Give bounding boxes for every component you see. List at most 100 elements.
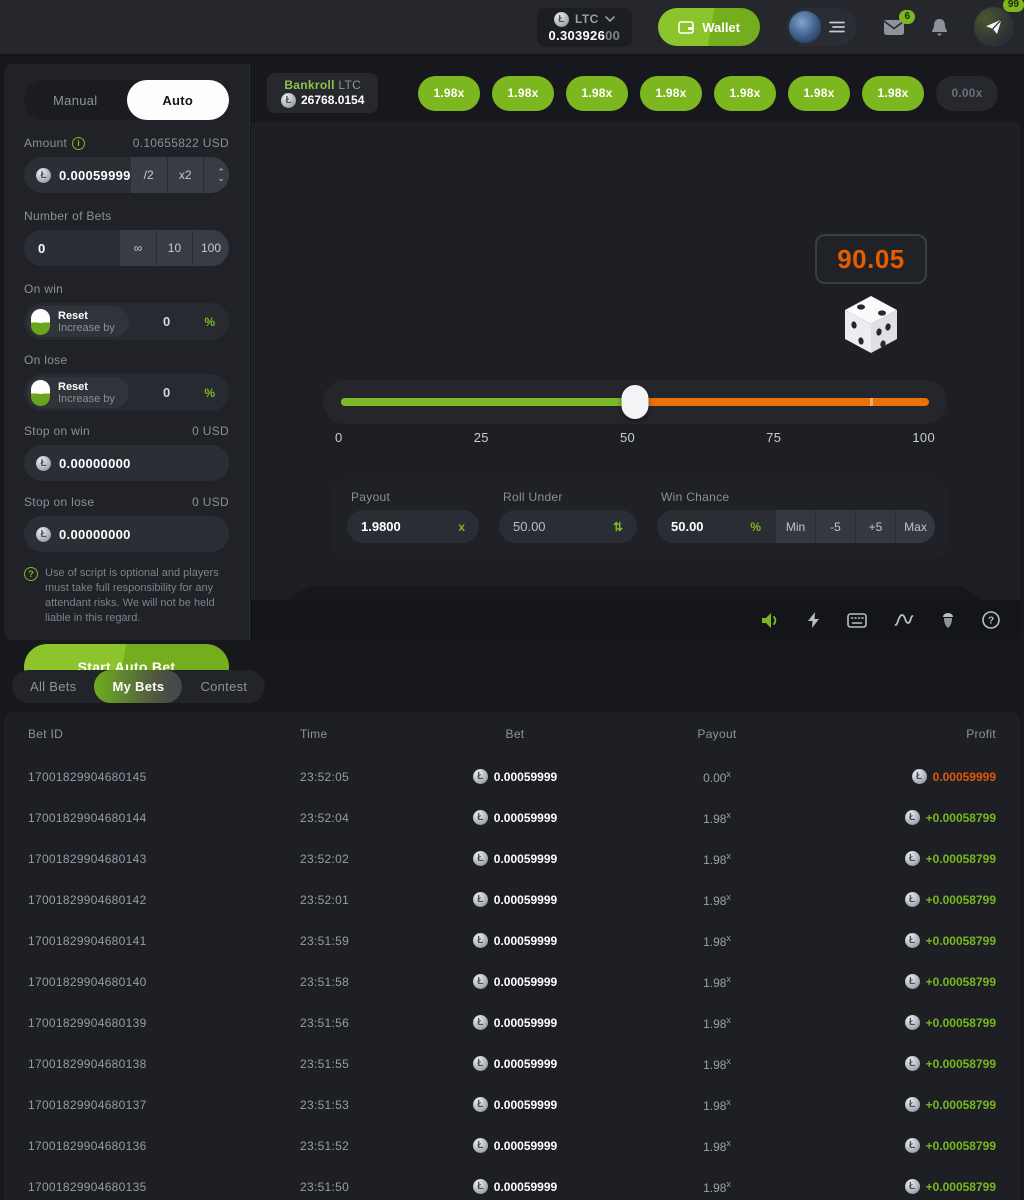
on-lose-toggle[interactable] <box>31 380 50 406</box>
number-of-bets-preset-button[interactable]: ∞ <box>120 230 156 266</box>
table-header: Bet IDTimeBetPayoutProfit <box>4 712 1020 756</box>
turbo-icon[interactable] <box>807 611 820 629</box>
balance: 0.30392600 <box>549 28 621 43</box>
stop-on-lose-label: Stop on lose <box>24 495 94 509</box>
table-row[interactable]: 1700182990468013623:51:52Ł0.000599991.98… <box>4 1125 1020 1166</box>
bet-payout: 1.98x <box>703 810 731 826</box>
info-icon[interactable]: i <box>72 137 85 150</box>
table-row[interactable]: 1700182990468013723:51:53Ł0.000599991.98… <box>4 1084 1020 1125</box>
tab-auto[interactable]: Auto <box>127 80 230 120</box>
on-win-label: On win <box>24 282 63 296</box>
live-stats-icon[interactable] <box>894 613 914 628</box>
table-row[interactable]: 1700182990468014123:51:59Ł0.000599991.98… <box>4 920 1020 961</box>
multiplier-pill[interactable]: 1.98x <box>640 76 702 111</box>
help-icon[interactable]: ? <box>982 611 1000 629</box>
bet-profit: Ł+0.00058799 <box>905 851 996 866</box>
win-chance-minus5-button[interactable]: -5 <box>815 510 855 543</box>
amount-stepper[interactable]: ⌃⌄ <box>203 157 229 193</box>
multiplier-pill[interactable]: 1.98x <box>862 76 924 111</box>
ltc-coin-icon: Ł <box>281 93 296 108</box>
on-lose-value[interactable]: 0 <box>163 385 170 400</box>
double-bet-button[interactable]: x2 <box>167 157 203 193</box>
table-row[interactable]: 1700182990468014423:52:04Ł0.000599991.98… <box>4 797 1020 838</box>
ltc-coin-icon: Ł <box>912 769 927 784</box>
multiplier-pill[interactable]: 1.98x <box>566 76 628 111</box>
table-row[interactable]: 1700182990468014223:52:01Ł0.000599991.98… <box>4 879 1020 920</box>
table-row[interactable]: 1700182990468013923:51:56Ł0.000599991.98… <box>4 1002 1020 1043</box>
game-icon-bar: ? <box>251 600 1020 640</box>
stop-on-lose-input[interactable]: Ł 0.00000000 <box>24 516 229 552</box>
multiplier-pill[interactable]: 1.98x <box>788 76 850 111</box>
ltc-coin-icon: Ł <box>36 527 51 542</box>
bet-amount: Ł0.00059999 <box>473 1138 557 1153</box>
slider-win-range <box>341 398 635 406</box>
user-menu[interactable] <box>786 8 857 46</box>
multiplier-pill[interactable]: 1.98x <box>492 76 554 111</box>
swap-icon[interactable]: ⇅ <box>583 520 623 534</box>
payout-x: x <box>726 1015 731 1025</box>
wallet-button[interactable]: Wallet <box>658 8 760 46</box>
roll-under-value: 50.00 <box>513 519 546 534</box>
ltc-coin-icon: Ł <box>905 851 920 866</box>
hotkeys-icon[interactable] <box>847 613 867 628</box>
win-chance-plus5-button[interactable]: +5 <box>855 510 895 543</box>
on-win-increase-label[interactable]: Increase by <box>58 322 115 334</box>
bet-amount-value: 0.00059999 <box>494 1057 557 1071</box>
win-chance-max-button[interactable]: Max <box>895 510 935 543</box>
currency-selector[interactable]: Ł LTC 0.30392600 <box>537 8 633 47</box>
payout-x: x <box>726 1179 731 1189</box>
on-lose-reset-label[interactable]: Reset <box>58 381 115 393</box>
sound-icon[interactable] <box>761 612 780 629</box>
on-win-reset-label[interactable]: Reset <box>58 310 115 322</box>
on-win-value[interactable]: 0 <box>163 314 170 329</box>
tab-contest[interactable]: Contest <box>182 670 265 703</box>
table-row[interactable]: 1700182990468014023:51:58Ł0.000599991.98… <box>4 961 1020 1002</box>
payout-x: x <box>726 810 731 820</box>
bet-id: 17001829904680136 <box>28 1139 300 1153</box>
payout-input[interactable]: 1.9800 x <box>347 510 479 543</box>
table-row[interactable]: 1700182990468014523:52:05Ł0.000599990.00… <box>4 756 1020 797</box>
tab-manual[interactable]: Manual <box>24 80 127 120</box>
bet-payout: 1.98x <box>703 1179 731 1195</box>
number-of-bets-preset-button[interactable]: 10 <box>156 230 192 266</box>
stop-on-win-input[interactable]: Ł 0.00000000 <box>24 445 229 481</box>
multiplier-pill[interactable]: 1.98x <box>714 76 776 111</box>
multiplier-pill[interactable]: 1.98x <box>418 76 480 111</box>
half-bet-button[interactable]: /2 <box>131 157 167 193</box>
dice-scene: 90.05 0255075100 <box>251 122 1020 624</box>
messages-badge: 6 <box>899 10 915 24</box>
slider-roll-tick <box>870 398 873 406</box>
notifications-button[interactable] <box>931 18 948 37</box>
slider-track[interactable] <box>341 398 929 406</box>
bet-profit-value: +0.00058799 <box>926 934 996 948</box>
fairness-icon[interactable] <box>941 612 955 629</box>
number-of-bets-input[interactable]: 0 ∞10100 <box>24 230 229 266</box>
amount-input[interactable]: Ł 0.00059999 /2 x2 ⌃⌄ <box>24 157 229 193</box>
multiplier-history-row: 1.98x 1.98x 1.98x 1.98x 1.98x 1.98x 1.98x 0.00x <box>418 76 998 111</box>
ltc-coin-icon: Ł <box>473 1138 488 1153</box>
dice-slider[interactable] <box>323 380 947 424</box>
slider-scale-label: 50 <box>620 430 635 445</box>
tab-all-bets[interactable]: All Bets <box>12 670 94 703</box>
on-win-toggle[interactable] <box>31 309 50 335</box>
chat-button[interactable]: 99 <box>974 7 1014 47</box>
tab-my-bets[interactable]: My Bets <box>94 670 182 703</box>
roll-result-value: 90.05 <box>837 244 905 275</box>
payout-x: x <box>726 974 731 984</box>
multiplier-pill[interactable]: 0.00x <box>936 76 998 111</box>
number-of-bets-preset-button[interactable]: 100 <box>192 230 229 266</box>
on-lose-increase-label[interactable]: Increase by <box>58 393 115 405</box>
bet-payout: 1.98x <box>703 851 731 867</box>
table-row[interactable]: 1700182990468014323:52:02Ł0.000599991.98… <box>4 838 1020 879</box>
wallet-icon <box>678 20 694 34</box>
messages-button[interactable]: 6 <box>883 19 905 36</box>
win-chance-min-button[interactable]: Min <box>775 510 815 543</box>
amount-label: Amount <box>24 136 67 150</box>
slider-thumb[interactable] <box>622 385 649 419</box>
win-chance-input[interactable]: 50.00 % <box>657 510 775 543</box>
table-row[interactable]: 1700182990468013823:51:55Ł0.000599991.98… <box>4 1043 1020 1084</box>
table-row[interactable]: 1700182990468013523:51:50Ł0.000599991.98… <box>4 1166 1020 1200</box>
bet-time: 23:52:05 <box>300 770 430 784</box>
bet-profit: Ł+0.00058799 <box>905 933 996 948</box>
roll-under-input[interactable]: 50.00 ⇅ <box>499 510 637 543</box>
